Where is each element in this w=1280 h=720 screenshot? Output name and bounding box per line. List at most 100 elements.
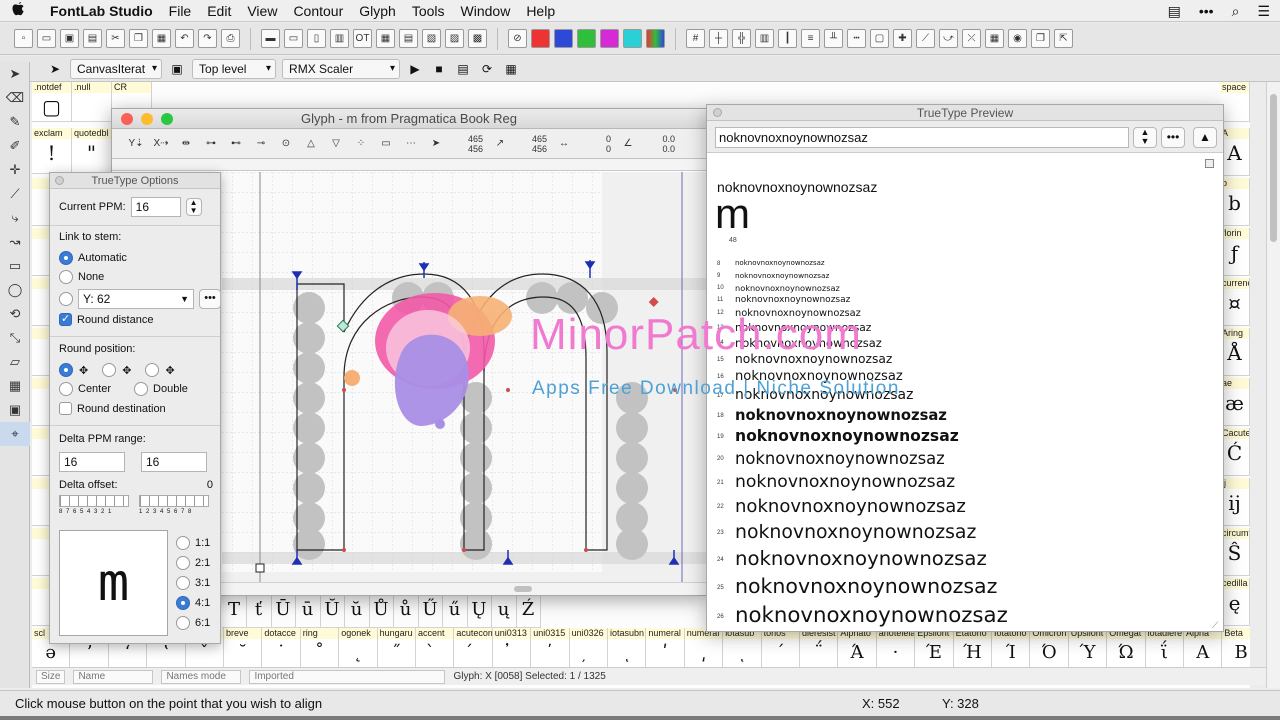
close-panel-icon[interactable] bbox=[713, 108, 722, 117]
hints-icon[interactable]: ▥ bbox=[755, 29, 774, 48]
font-info-icon[interactable]: ▯ bbox=[307, 29, 326, 48]
tt-hinting-tool-icon[interactable]: ⌖ bbox=[0, 422, 30, 446]
glyph-cell[interactable]: florin ƒ bbox=[1220, 228, 1250, 276]
glyph-cell[interactable]: tonos ΄ bbox=[761, 628, 800, 668]
arrow-icon[interactable]: ↗ bbox=[492, 138, 508, 149]
stem-more-button[interactable]: ••• bbox=[199, 289, 221, 309]
glyph-cell[interactable]: ij ij bbox=[1220, 478, 1250, 526]
glyph-cell[interactable]: ŭ bbox=[344, 596, 370, 628]
mark-magenta-icon[interactable] bbox=[600, 29, 619, 48]
zoom-option[interactable]: 4:1 bbox=[176, 593, 210, 613]
glyph-cell[interactable]: ogonek ˛ bbox=[339, 628, 378, 668]
delta-from-field[interactable]: 16 bbox=[59, 452, 125, 472]
menu-file[interactable]: File bbox=[161, 0, 200, 22]
glyph-cell[interactable]: ű bbox=[442, 596, 468, 628]
glyph-cell[interactable]: anoteleia · bbox=[876, 628, 916, 668]
zoom-option[interactable]: 6:1 bbox=[176, 613, 210, 633]
scrollbar-thumb[interactable] bbox=[1270, 94, 1277, 242]
hint-tool-icon[interactable]: ▣ bbox=[0, 398, 30, 422]
current-ppm-field[interactable]: 16 bbox=[130, 197, 181, 217]
knife-tool-icon[interactable]: ⟋ bbox=[0, 182, 30, 206]
glyph-cell[interactable] bbox=[32, 578, 50, 626]
stop-icon[interactable]: ■ bbox=[430, 60, 448, 78]
pointer-tool-icon[interactable]: ➤ bbox=[46, 60, 64, 78]
pointer-icon[interactable]: ➤ bbox=[428, 138, 444, 149]
bezier-tool-icon[interactable]: ⤷ bbox=[0, 206, 30, 230]
scale-tool-icon[interactable]: ⤡ bbox=[0, 326, 30, 350]
program-icon[interactable]: ▤ bbox=[454, 60, 472, 78]
glyph-window-titlebar[interactable]: Glyph - m from Pragmatica Book Reg bbox=[112, 109, 706, 129]
glyph-cell[interactable] bbox=[32, 528, 50, 576]
size-select[interactable]: Size bbox=[36, 669, 66, 684]
menu-edit[interactable]: Edit bbox=[199, 0, 239, 22]
shift-icon[interactable]: ⊸ bbox=[253, 138, 269, 149]
rotate-tool-icon[interactable]: ⟲ bbox=[0, 302, 30, 326]
zoom-radio[interactable] bbox=[176, 576, 190, 590]
pencil-tool-icon[interactable]: ✎ bbox=[0, 110, 30, 134]
glyph-cell[interactable]: ů bbox=[393, 596, 419, 628]
glyph-cell[interactable]: dotacce ˙ bbox=[262, 628, 301, 668]
glyph-cell[interactable] bbox=[32, 378, 50, 426]
preview-more-button[interactable]: ••• bbox=[1161, 127, 1185, 148]
open-file-icon[interactable]: ▭ bbox=[37, 29, 56, 48]
glyph-table-icon[interactable]: ▦ bbox=[376, 29, 395, 48]
ppm-stepper[interactable]: ▲ ▼ bbox=[185, 198, 202, 216]
stem-radio[interactable] bbox=[59, 292, 73, 306]
font-audit-icon[interactable]: ▧ bbox=[422, 29, 441, 48]
glyph-cell[interactable]: uni0315̕ bbox=[531, 628, 570, 668]
mark-red-icon[interactable] bbox=[531, 29, 550, 48]
export-icon[interactable]: ⇱ bbox=[1054, 29, 1073, 48]
glyph-cell[interactable]: Iotatono Ί bbox=[992, 628, 1031, 668]
none-radio[interactable] bbox=[59, 270, 73, 284]
sample-stepper[interactable]: ▲ ▼ bbox=[1133, 127, 1157, 148]
link-tool-icon[interactable]: ⇹ bbox=[178, 138, 194, 149]
fill-icon[interactable]: ◉ bbox=[1008, 29, 1027, 48]
glyph-cell[interactable]: space bbox=[1220, 82, 1250, 122]
tool-select[interactable]: CanvasIterat bbox=[70, 58, 163, 79]
menu-tools[interactable]: Tools bbox=[404, 0, 453, 22]
delta-negative-ticks[interactable] bbox=[59, 495, 129, 507]
zoom-radio[interactable] bbox=[176, 536, 190, 550]
glyph-cell[interactable]: numeral ʹ bbox=[646, 628, 685, 668]
dash-lines-icon[interactable]: ┅ bbox=[847, 29, 866, 48]
glyph-cell[interactable]: Alphato Ά bbox=[838, 628, 877, 668]
zoom-window-icon[interactable] bbox=[161, 113, 173, 125]
anchor-icon[interactable]: ✚ bbox=[893, 29, 912, 48]
menu-app[interactable]: FontLab Studio bbox=[36, 0, 161, 22]
glyph-cell[interactable]: Cacute Ć bbox=[1220, 428, 1250, 476]
glyph-cell[interactable]: iotasubn ͺ bbox=[608, 628, 647, 668]
glyph-cell[interactable] bbox=[32, 228, 50, 276]
glyph-cell[interactable]: Etatono Ή bbox=[953, 628, 992, 668]
rectangle-tool-icon[interactable]: ▭ bbox=[0, 254, 30, 278]
glyph-cell[interactable]: ū bbox=[295, 596, 321, 628]
glyph-cell[interactable]: Omicron Ό bbox=[1030, 628, 1069, 668]
node-curve-icon[interactable]: ⤻ bbox=[939, 29, 958, 48]
reverse-contour-icon[interactable]: ⤫ bbox=[962, 29, 981, 48]
brush-tool-icon[interactable]: ✐ bbox=[0, 134, 30, 158]
sidebar-toggle-icon[interactable]: ▤ bbox=[1168, 3, 1181, 20]
round-pos-radio-3[interactable] bbox=[145, 363, 160, 377]
menu-window[interactable]: Window bbox=[453, 0, 519, 22]
glyph-cell[interactable]: iotadiere ΐ bbox=[1145, 628, 1184, 668]
automatic-radio[interactable] bbox=[59, 251, 73, 265]
glyph-cell[interactable]: bb bbox=[1220, 178, 1250, 226]
names-mode-select[interactable]: Names mode bbox=[161, 669, 242, 684]
scaler-select[interactable]: RMX Scaler bbox=[282, 58, 401, 79]
glyph-cell[interactable]: ť bbox=[246, 596, 272, 628]
glyph-cell[interactable]: Ų bbox=[467, 596, 492, 628]
refresh-icon[interactable]: ⟳ bbox=[478, 60, 496, 78]
glyph-cell[interactable] bbox=[32, 328, 50, 376]
glyph-cell[interactable]: acutecoḿ bbox=[454, 628, 493, 668]
more-icon[interactable]: ••• bbox=[1199, 3, 1214, 19]
bbox-icon[interactable]: ▢ bbox=[870, 29, 889, 48]
metrics-lines-icon[interactable]: ╨ bbox=[824, 29, 843, 48]
glyph-cell[interactable]: uni0326̦ bbox=[569, 628, 608, 668]
redo-icon[interactable]: ↷ bbox=[198, 29, 217, 48]
points-icon[interactable]: ⁘ bbox=[353, 138, 369, 149]
display-icon[interactable]: ▭ bbox=[378, 138, 394, 149]
curve-tool-icon[interactable]: ↝ bbox=[0, 230, 30, 254]
glyph-cell[interactable]: cedilla ę bbox=[1220, 578, 1250, 626]
vhints-icon[interactable]: ┃ bbox=[778, 29, 797, 48]
glyph-cell[interactable]: uni0313̓ bbox=[492, 628, 532, 668]
imported-select[interactable]: Imported bbox=[249, 669, 446, 684]
